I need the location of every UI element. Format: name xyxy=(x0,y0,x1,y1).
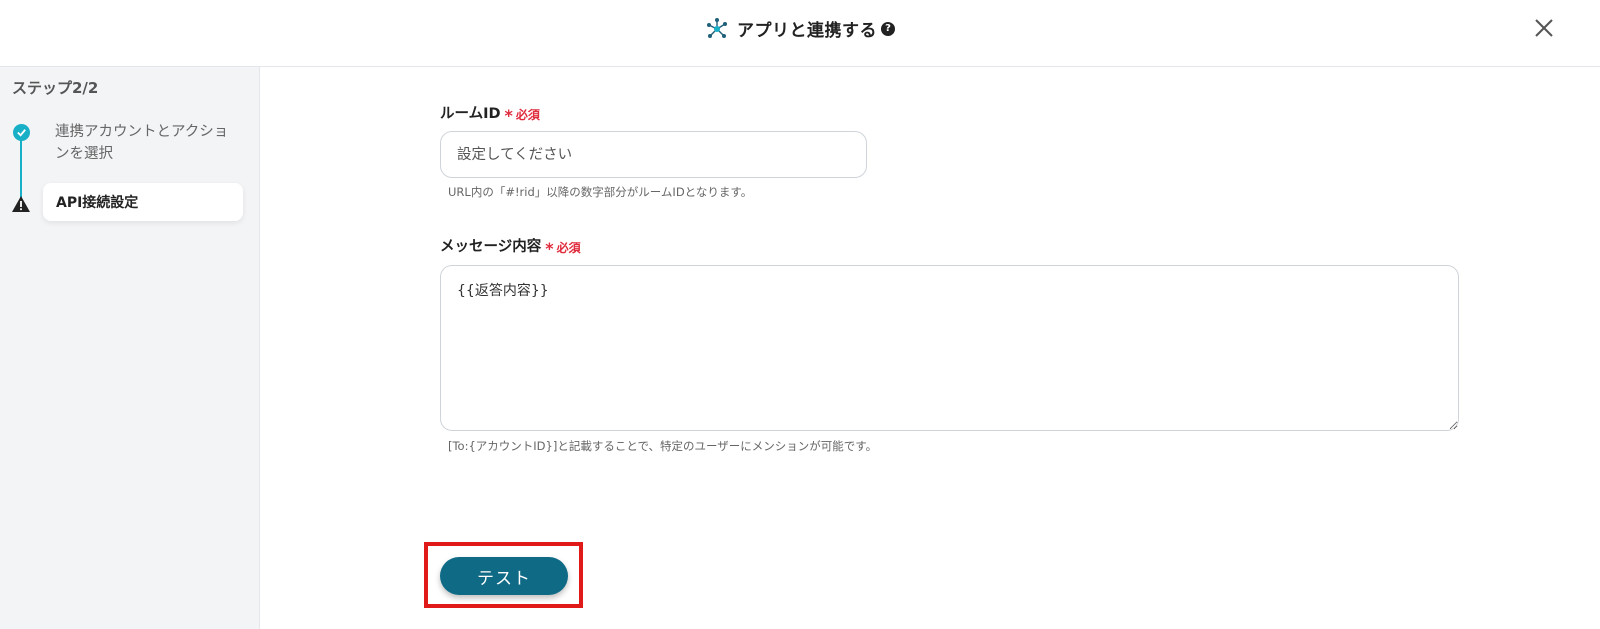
message-label: メッセージ内容 * 必須 xyxy=(440,235,581,258)
steps-sidebar: ステップ2/2 連携アカウントとアクションを選択 API接続設定 xyxy=(0,67,260,629)
header-title-group: アプリと連携する ? xyxy=(0,16,1600,41)
close-icon[interactable] xyxy=(1532,16,1556,40)
room-id-label-text: ルームID xyxy=(440,106,501,122)
step-connector-line xyxy=(20,133,22,203)
message-hint: [To:{アカウントID}]と記載することで、特定のユーザーにメンションが可能で… xyxy=(448,439,878,453)
sidebar-step-api-settings[interactable]: API接続設定 xyxy=(43,183,243,221)
app-connect-icon xyxy=(707,17,727,38)
modal-title: アプリと連携する xyxy=(737,21,877,41)
required-star: * xyxy=(545,239,554,258)
message-label-text: メッセージ内容 xyxy=(440,239,542,255)
required-badge: 必須 xyxy=(515,108,540,122)
step-counter: ステップ2/2 xyxy=(12,79,99,97)
room-id-hint: URL内の「#!rid」以降の数字部分がルームIDとなります。 xyxy=(448,185,753,199)
warning-icon xyxy=(12,196,30,212)
message-textarea[interactable]: {{返答内容}} xyxy=(440,265,1459,431)
check-icon xyxy=(13,124,30,141)
help-icon[interactable]: ? xyxy=(881,21,895,36)
room-id-label: ルームID * 必須 xyxy=(440,102,540,125)
required-star: * xyxy=(504,106,513,125)
modal-header: アプリと連携する ? xyxy=(0,0,1600,67)
sidebar-step-select-action[interactable]: 連携アカウントとアクションを選択 xyxy=(55,121,235,165)
room-id-input[interactable] xyxy=(440,131,867,178)
required-badge: 必須 xyxy=(556,241,581,255)
test-button[interactable]: テスト xyxy=(440,557,568,595)
